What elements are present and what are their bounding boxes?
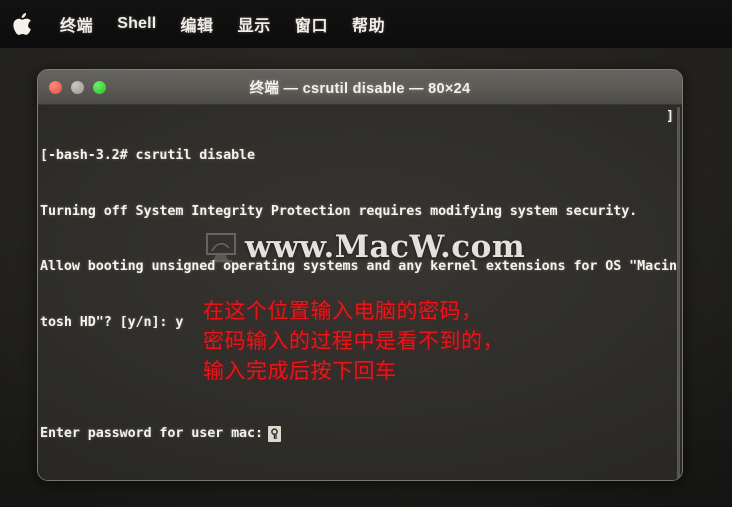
- terminal-content-area[interactable]: ] [-bash-3.2# csrutil disable Turning of…: [38, 105, 682, 480]
- terminal-line-command: [-bash-3.2# csrutil disable: [40, 148, 255, 163]
- window-title: 终端 — csrutil disable — 80×24: [249, 80, 471, 97]
- menu-item-shell[interactable]: Shell: [105, 13, 168, 35]
- menu-item-view[interactable]: 显示: [226, 10, 283, 38]
- terminal-overflow-marker: ]: [665, 109, 674, 124]
- menu-item-edit[interactable]: 编辑: [168, 10, 225, 38]
- terminal-line-confirm: tosh HD"? [y/n]: y: [40, 314, 184, 330]
- menu-bar: 终端 Shell 编辑 显示 窗口 帮助: [0, 0, 732, 48]
- menu-item-help[interactable]: 帮助: [340, 10, 397, 38]
- terminal-scrollbar[interactable]: [677, 107, 680, 479]
- terminal-window: 终端 — csrutil disable — 80×24 ] [-bash-3.…: [37, 69, 683, 481]
- close-button[interactable]: [49, 80, 62, 94]
- menu-item-terminal[interactable]: 终端: [48, 10, 105, 38]
- traffic-lights: [38, 80, 106, 94]
- password-prompt-label: Enter password for user mac:: [40, 425, 263, 441]
- zoom-button[interactable]: [93, 80, 106, 94]
- minimize-button[interactable]: [71, 80, 84, 94]
- terminal-line-warning-1: Turning off System Integrity Protection …: [40, 203, 638, 219]
- password-prompt-row[interactable]: Enter password for user mac:: [40, 425, 682, 444]
- window-titlebar[interactable]: 终端 — csrutil disable — 80×24: [38, 70, 682, 105]
- key-icon: [267, 425, 281, 442]
- terminal-output: [-bash-3.2# csrutil disable Turning off …: [38, 110, 682, 480]
- terminal-line-warning-2: Allow booting unsigned operating systems…: [40, 259, 677, 274]
- apple-logo-icon[interactable]: [8, 9, 34, 39]
- menu-item-window[interactable]: 窗口: [283, 10, 340, 38]
